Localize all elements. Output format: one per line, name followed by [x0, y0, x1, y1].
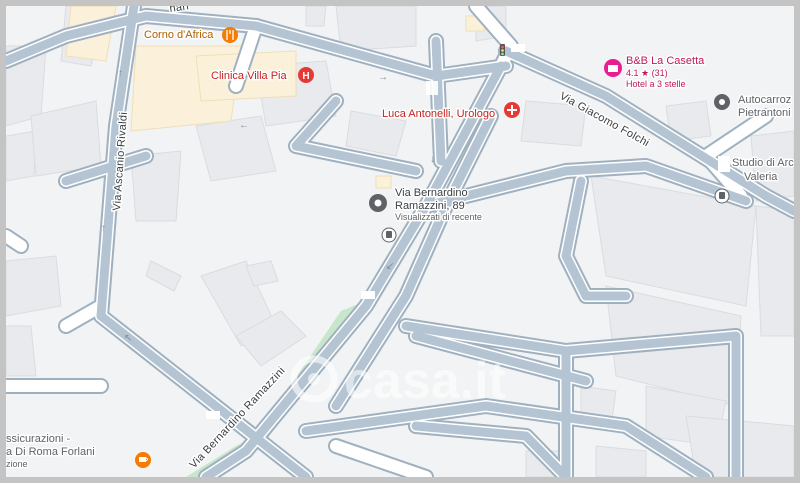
- poi-label: Corno d'Africa: [144, 29, 214, 41]
- svg-text:↖: ↖: [124, 333, 132, 344]
- traffic-light-icon: [500, 44, 505, 56]
- poi-label-line1: Studio di Arc: [732, 157, 794, 169]
- watermark-text: casa.it: [344, 352, 506, 410]
- pin-icon: [369, 194, 387, 212]
- poi-category: Hotel a 3 stelle: [626, 79, 686, 89]
- poi-label-line2: Valeria: [744, 171, 778, 183]
- restaurant-icon: [222, 27, 238, 43]
- bus-stop-icon[interactable]: [381, 227, 397, 243]
- selected-place-line2: Ramazzini, 89: [395, 200, 465, 212]
- svg-text:↙: ↙: [386, 261, 394, 272]
- svg-text:↓: ↓: [430, 154, 435, 165]
- poi-label-line1: Autocarroz: [738, 94, 791, 106]
- map-canvas[interactable]: ↑ ↑ ↖ → ↓ ↙ ← Via Ascanio Rivaldi Via Gi…: [6, 6, 794, 477]
- selected-place-subtitle: Visualizzati di recente: [395, 212, 482, 222]
- poi-label-line3: zione: [6, 459, 28, 469]
- svg-text:↑: ↑: [118, 68, 123, 79]
- poi-label-line2: a Di Roma Forlani: [6, 446, 95, 458]
- map-frame: ↑ ↑ ↖ → ↓ ↙ ← Via Ascanio Rivaldi Via Gi…: [0, 0, 800, 483]
- poi-label-line1: ssicurazioni -: [6, 433, 71, 445]
- poi-label-line2: Pietrantoni: [738, 107, 791, 119]
- coffee-icon: [135, 452, 151, 468]
- hospital-icon: H: [298, 67, 314, 83]
- poi-label: B&B La Casetta: [626, 55, 705, 67]
- svg-text:→: →: [378, 72, 388, 83]
- medical-icon: [504, 102, 520, 118]
- pin-icon: [714, 94, 730, 110]
- svg-text:↑: ↑: [101, 223, 106, 234]
- poi-label: Clinica Villa Pia: [211, 70, 287, 82]
- bus-stop-icon-2[interactable]: [714, 188, 730, 204]
- poi-rating: 4.1 ★ (31): [626, 68, 668, 78]
- selected-place-line1: Via Bernardino: [395, 187, 468, 199]
- svg-text:←: ←: [239, 120, 249, 131]
- svg-text:H: H: [302, 71, 309, 82]
- hotel-icon: [604, 59, 622, 77]
- poi-label: Luca Antonelli, Urologo: [382, 108, 495, 120]
